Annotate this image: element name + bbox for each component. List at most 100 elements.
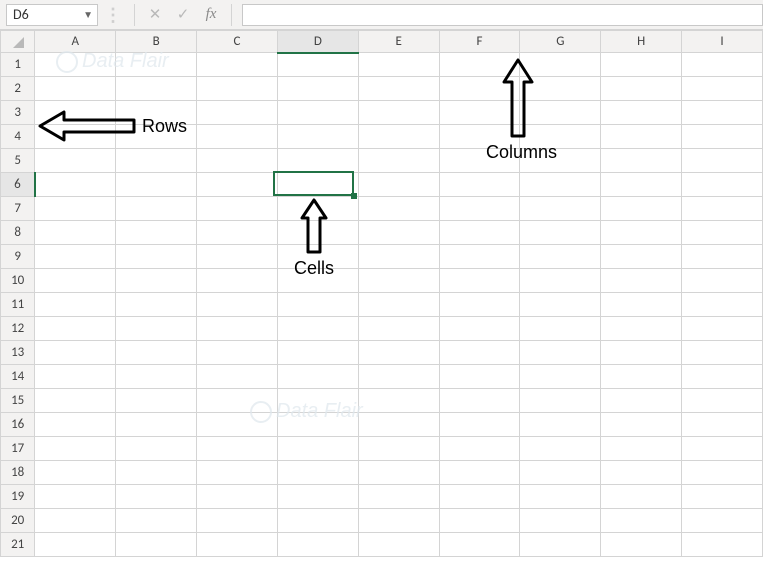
cell[interactable] bbox=[116, 365, 197, 389]
column-header[interactable]: H bbox=[601, 31, 682, 53]
cell[interactable] bbox=[601, 197, 682, 221]
cell[interactable] bbox=[682, 389, 763, 413]
column-header[interactable]: I bbox=[682, 31, 763, 53]
cell[interactable] bbox=[682, 509, 763, 533]
cell[interactable] bbox=[682, 149, 763, 173]
cell[interactable] bbox=[601, 413, 682, 437]
cell[interactable] bbox=[601, 269, 682, 293]
cell[interactable] bbox=[197, 317, 278, 341]
cell[interactable] bbox=[439, 173, 520, 197]
cell[interactable] bbox=[277, 485, 358, 509]
row-header[interactable]: 13 bbox=[1, 341, 35, 365]
cell[interactable] bbox=[116, 317, 197, 341]
cell[interactable] bbox=[439, 317, 520, 341]
cell[interactable] bbox=[277, 149, 358, 173]
row-header[interactable]: 14 bbox=[1, 365, 35, 389]
cell[interactable] bbox=[358, 173, 439, 197]
cell[interactable] bbox=[520, 53, 601, 77]
row-header[interactable]: 10 bbox=[1, 269, 35, 293]
cell[interactable] bbox=[682, 461, 763, 485]
cell[interactable] bbox=[35, 173, 116, 197]
cell[interactable] bbox=[358, 293, 439, 317]
cell[interactable] bbox=[277, 341, 358, 365]
cell[interactable] bbox=[116, 533, 197, 557]
cell[interactable] bbox=[116, 341, 197, 365]
column-header[interactable]: C bbox=[197, 31, 278, 53]
cell[interactable] bbox=[439, 197, 520, 221]
cell[interactable] bbox=[116, 197, 197, 221]
cell[interactable] bbox=[277, 197, 358, 221]
cell[interactable] bbox=[520, 413, 601, 437]
column-header[interactable]: E bbox=[358, 31, 439, 53]
cell[interactable] bbox=[358, 437, 439, 461]
cell[interactable] bbox=[35, 509, 116, 533]
row-header[interactable]: 4 bbox=[1, 125, 35, 149]
cell[interactable] bbox=[277, 509, 358, 533]
cell[interactable] bbox=[358, 221, 439, 245]
cell[interactable] bbox=[116, 173, 197, 197]
cell[interactable] bbox=[520, 173, 601, 197]
cell[interactable] bbox=[277, 461, 358, 485]
name-box[interactable]: D6 ▼ bbox=[6, 4, 98, 26]
cell[interactable] bbox=[439, 77, 520, 101]
cell[interactable] bbox=[277, 317, 358, 341]
cell[interactable] bbox=[277, 173, 358, 197]
cell[interactable] bbox=[358, 125, 439, 149]
cell[interactable] bbox=[439, 485, 520, 509]
cell[interactable] bbox=[35, 293, 116, 317]
cell[interactable] bbox=[520, 461, 601, 485]
cell[interactable] bbox=[358, 509, 439, 533]
cell[interactable] bbox=[439, 53, 520, 77]
cell[interactable] bbox=[439, 101, 520, 125]
name-box-dropdown-icon[interactable]: ▼ bbox=[83, 8, 93, 21]
cell[interactable] bbox=[277, 125, 358, 149]
cell[interactable] bbox=[35, 125, 116, 149]
cell[interactable] bbox=[116, 53, 197, 77]
cell[interactable] bbox=[358, 413, 439, 437]
cell[interactable] bbox=[358, 365, 439, 389]
cell[interactable] bbox=[116, 221, 197, 245]
cell[interactable] bbox=[601, 317, 682, 341]
cell[interactable] bbox=[601, 149, 682, 173]
cell[interactable] bbox=[601, 293, 682, 317]
formula-input[interactable] bbox=[242, 4, 763, 26]
cell[interactable] bbox=[197, 269, 278, 293]
cell[interactable] bbox=[116, 461, 197, 485]
cell[interactable] bbox=[197, 221, 278, 245]
cell[interactable] bbox=[358, 53, 439, 77]
cell[interactable] bbox=[601, 533, 682, 557]
cell[interactable] bbox=[197, 101, 278, 125]
cell[interactable] bbox=[358, 389, 439, 413]
cell[interactable] bbox=[277, 413, 358, 437]
cell[interactable] bbox=[520, 533, 601, 557]
enter-button[interactable]: ✓ bbox=[169, 4, 197, 26]
cell[interactable] bbox=[35, 77, 116, 101]
cell[interactable] bbox=[682, 413, 763, 437]
cell[interactable] bbox=[35, 101, 116, 125]
cell[interactable] bbox=[439, 341, 520, 365]
cell[interactable] bbox=[116, 485, 197, 509]
cell[interactable] bbox=[682, 77, 763, 101]
cell[interactable] bbox=[520, 293, 601, 317]
cell[interactable] bbox=[439, 437, 520, 461]
row-header[interactable]: 3 bbox=[1, 101, 35, 125]
cell[interactable] bbox=[277, 389, 358, 413]
cell[interactable] bbox=[197, 389, 278, 413]
cell[interactable] bbox=[601, 125, 682, 149]
cell[interactable] bbox=[682, 245, 763, 269]
cell[interactable] bbox=[358, 317, 439, 341]
cell[interactable] bbox=[439, 461, 520, 485]
cell[interactable] bbox=[682, 173, 763, 197]
cell[interactable] bbox=[601, 461, 682, 485]
cell[interactable] bbox=[35, 197, 116, 221]
row-header[interactable]: 12 bbox=[1, 317, 35, 341]
cell[interactable] bbox=[601, 365, 682, 389]
cell[interactable] bbox=[682, 101, 763, 125]
cell[interactable] bbox=[520, 485, 601, 509]
cell[interactable] bbox=[682, 269, 763, 293]
row-header[interactable]: 19 bbox=[1, 485, 35, 509]
cell[interactable] bbox=[277, 293, 358, 317]
cell[interactable] bbox=[682, 341, 763, 365]
cell[interactable] bbox=[439, 221, 520, 245]
cell[interactable] bbox=[358, 197, 439, 221]
